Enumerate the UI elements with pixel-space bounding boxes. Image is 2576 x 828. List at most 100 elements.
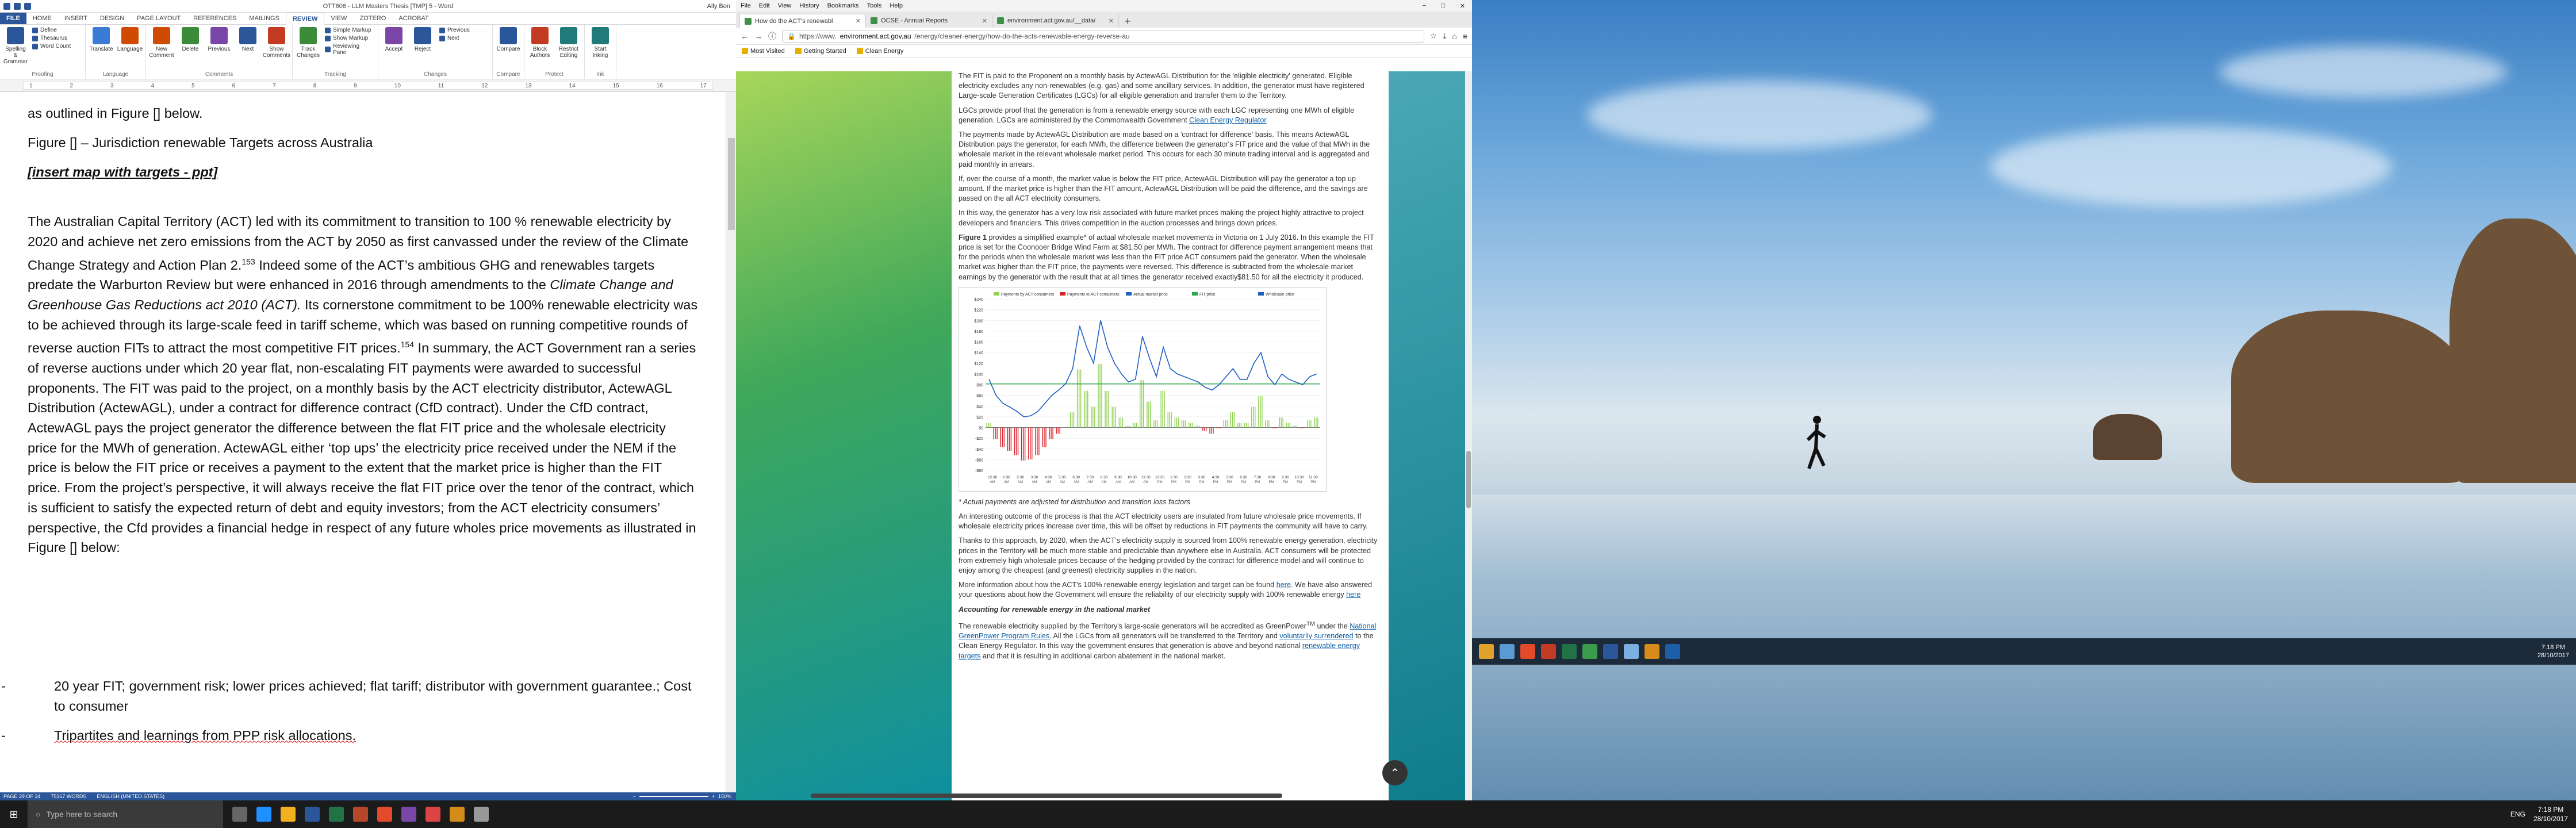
taskbar-app-icon[interactable] (1624, 644, 1639, 659)
taskbar-app-icon[interactable] (256, 807, 271, 822)
bookmark-item[interactable]: Getting Started (795, 48, 846, 55)
define-button[interactable]: Define (32, 27, 82, 33)
tab-review[interactable]: REVIEW (285, 12, 325, 25)
scroll-to-top-button[interactable]: ⌃ (1382, 760, 1408, 785)
tab-insert[interactable]: INSERT (58, 13, 94, 24)
language-button[interactable]: Language (117, 27, 143, 52)
info-icon[interactable]: ⓘ (768, 30, 776, 42)
url-bar[interactable]: 🔒 https://www. environment.act.gov.au/ene… (782, 29, 1424, 43)
taskbar-app-icon[interactable] (232, 807, 247, 822)
close-tab-icon[interactable]: ✕ (856, 17, 861, 25)
clean-energy-regulator-link[interactable]: Clean Energy Regulator (1189, 116, 1266, 124)
tab-file[interactable]: FILE (0, 13, 26, 24)
taskbar-app-icon[interactable] (401, 807, 416, 822)
browser-tab[interactable]: environment.act.gov.au/__data/ ✕ (992, 14, 1119, 28)
taskbar-app-icon[interactable] (474, 807, 489, 822)
taskbar-app-icon[interactable] (425, 807, 440, 822)
next-button[interactable]: Next (236, 27, 260, 52)
save-icon[interactable] (3, 2, 10, 10)
scroll-thumb[interactable] (1466, 451, 1471, 508)
block-authors-button[interactable]: Block Authors (528, 27, 552, 59)
menu-view[interactable]: View (778, 2, 792, 9)
surrendered-link[interactable]: voluntarily surrendered (1279, 632, 1353, 640)
tab-view[interactable]: VIEW (324, 13, 353, 24)
taskbar-app-icon[interactable] (1500, 644, 1515, 659)
here-link[interactable]: here (1276, 581, 1291, 589)
home-icon[interactable]: ⌂ (1452, 32, 1456, 41)
taskbar-app-icon[interactable] (1603, 644, 1618, 659)
restrict-editing-button[interactable]: Restrict Editing (557, 27, 581, 59)
taskbar-app-icon[interactable] (1479, 644, 1494, 659)
next-button[interactable]: Next (439, 35, 489, 41)
menu-edit[interactable]: Edit (759, 2, 770, 9)
taskbar-app-icon[interactable] (1541, 644, 1556, 659)
language-status[interactable]: ENGLISH (UNITED STATES) (97, 793, 164, 799)
word-vertical-scrollbar[interactable] (726, 92, 736, 800)
undo-icon[interactable] (14, 2, 21, 10)
zoom-control[interactable]: − +150% (632, 793, 736, 799)
word-count[interactable]: 75167 WORDS (51, 793, 86, 799)
menu-icon[interactable]: ≡ (1463, 32, 1467, 41)
footnote-ref[interactable]: 154 (401, 340, 414, 349)
start-inking-button[interactable]: Start Inking (588, 27, 612, 59)
document-body[interactable]: as outlined in Figure [] below. Figure [… (0, 92, 726, 800)
menu-history[interactable]: History (799, 2, 819, 9)
browser-tab[interactable]: How do the ACT's renewabl ✕ (739, 14, 866, 28)
here-link[interactable]: here (1346, 591, 1360, 599)
reject-button[interactable]: Reject (411, 27, 435, 52)
forward-icon[interactable]: → (754, 32, 762, 41)
tab-mailings[interactable]: MAILINGS (243, 13, 286, 24)
spelling-grammar-button[interactable]: Spelling & Grammar (3, 27, 28, 65)
taskbar-app-icon[interactable] (1520, 644, 1535, 659)
back-icon[interactable]: ← (741, 32, 749, 41)
tab-zotero[interactable]: ZOTERO (353, 13, 392, 24)
scroll-thumb[interactable] (728, 138, 735, 230)
new-tab-button[interactable]: + (1119, 16, 1137, 28)
tab-references[interactable]: REFERENCES (187, 13, 243, 24)
taskbar-clock[interactable]: 7:18 PM 28/10/2017 (2533, 805, 2568, 823)
taskbar-app-icon[interactable] (281, 807, 296, 822)
simple-markup-button[interactable]: Simple Markup (325, 27, 374, 33)
redo-icon[interactable] (24, 2, 31, 10)
taskbar-app-icon[interactable] (1665, 644, 1680, 659)
show-markup-button[interactable]: Show Markup (325, 35, 374, 41)
delete-button[interactable]: Delete (178, 27, 202, 52)
taskbar-app-icon[interactable] (1644, 644, 1659, 659)
minimize-icon[interactable]: − (1423, 2, 1426, 10)
horizontal-scrollbar[interactable] (811, 793, 1282, 798)
tab-page-layout[interactable]: PAGE LAYOUT (131, 13, 187, 24)
tab-acrobat[interactable]: ACROBAT (392, 13, 435, 24)
taskbar-search[interactable]: ○ Type here to search (28, 800, 223, 828)
show-comments-button[interactable]: Show Comments (263, 27, 290, 59)
bookmark-item[interactable]: Clean Energy (856, 48, 903, 55)
bookmark-item[interactable]: Most Visited (742, 48, 785, 55)
new-comment-button[interactable]: New Comment (149, 27, 174, 59)
taskbar-app-icon[interactable] (450, 807, 465, 822)
tab-design[interactable]: DESIGN (94, 13, 131, 24)
taskbar-app-icon[interactable] (1562, 644, 1577, 659)
close-tab-icon[interactable]: ✕ (1109, 17, 1114, 25)
tab-home[interactable]: HOME (26, 13, 58, 24)
browser-vertical-scrollbar[interactable] (1465, 71, 1472, 800)
previous-button[interactable]: Previous (207, 27, 231, 52)
taskbar-app-icon[interactable] (377, 807, 392, 822)
download-icon[interactable]: ⤓ (1443, 31, 1446, 41)
thesaurus-button[interactable]: Thesaurus (32, 35, 82, 41)
taskbar-app-icon[interactable] (305, 807, 320, 822)
previous-button[interactable]: Previous (439, 27, 489, 33)
footnote-ref[interactable]: 153 (241, 257, 255, 266)
track-changes-button[interactable]: Track Changes (296, 27, 320, 59)
translate-button[interactable]: Translate (89, 27, 113, 52)
compare-button[interactable]: Compare (496, 27, 520, 52)
zoom-level[interactable]: 150% (718, 793, 731, 799)
bookmark-star-icon[interactable]: ☆ (1430, 31, 1438, 41)
browser-tab[interactable]: OCSE - Annual Reports ✕ (866, 14, 992, 28)
language-indicator[interactable]: ENG (2510, 810, 2525, 818)
close-tab-icon[interactable]: ✕ (982, 17, 987, 25)
maximize-icon[interactable]: □ (1441, 2, 1445, 10)
menu-file[interactable]: File (741, 2, 751, 9)
windows-start-button[interactable]: ⊞ (0, 808, 28, 821)
desktop-clock[interactable]: 7:18 PM 28/10/2017 (2537, 643, 2576, 660)
close-icon[interactable]: ✕ (1460, 2, 1465, 10)
menu-help[interactable]: Help (890, 2, 903, 9)
